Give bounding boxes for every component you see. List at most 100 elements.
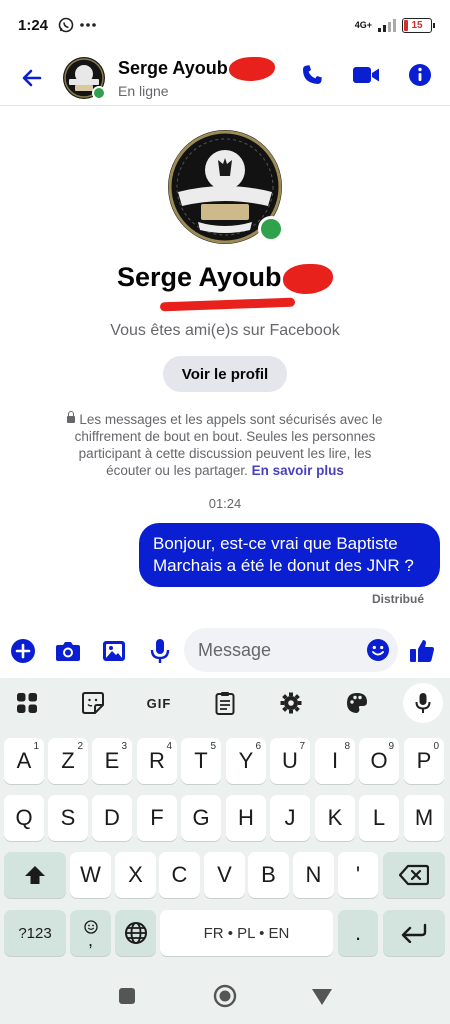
- key-u[interactable]: U7: [270, 738, 310, 784]
- redaction-line: [159, 297, 296, 312]
- recents-button[interactable]: [118, 987, 136, 1010]
- key-q[interactable]: Q: [4, 795, 44, 841]
- redaction-mark: [283, 263, 334, 294]
- symbols-key[interactable]: ?123: [4, 910, 66, 956]
- gallery-button[interactable]: [99, 636, 129, 666]
- palette-icon: [347, 693, 367, 713]
- voice-button[interactable]: [145, 636, 175, 666]
- period-key[interactable]: .: [338, 910, 378, 956]
- key-x[interactable]: X: [115, 852, 156, 898]
- video-call-button[interactable]: [352, 64, 380, 91]
- comma-label: ,: [87, 930, 93, 950]
- key-i[interactable]: I8: [315, 738, 355, 784]
- sticker-icon: [82, 692, 104, 714]
- status-bar: 1:24 4G+ 15: [0, 0, 450, 50]
- backspace-icon: [399, 864, 429, 886]
- globe-icon: [124, 922, 147, 944]
- more-notifications-icon: [80, 22, 96, 28]
- key-k[interactable]: K: [315, 795, 355, 841]
- system-nav-bar: [0, 968, 450, 1024]
- info-button[interactable]: [408, 63, 432, 92]
- profile-avatar[interactable]: [168, 130, 284, 244]
- shift-key[interactable]: [4, 852, 66, 898]
- back-button[interactable]: [15, 61, 49, 95]
- conversation-header: Serge Ayoub En ligne: [0, 50, 450, 106]
- contact-avatar[interactable]: [63, 56, 106, 100]
- key-z[interactable]: Z2: [48, 738, 88, 784]
- key-s[interactable]: S: [48, 795, 88, 841]
- friends-status: Vous êtes ami(e)s sur Facebook: [110, 322, 340, 339]
- thumbs-up-icon: [410, 640, 434, 662]
- key-n[interactable]: N: [293, 852, 334, 898]
- status-time: 1:24: [18, 16, 49, 34]
- smiley-icon: [367, 639, 389, 661]
- key-t[interactable]: T5: [181, 738, 221, 784]
- emoji-button[interactable]: [366, 638, 390, 667]
- key-f[interactable]: F: [137, 795, 177, 841]
- microphone-icon: [150, 639, 170, 663]
- contact-name[interactable]: Serge Ayoub: [118, 57, 228, 77]
- delivery-status: Distribué: [371, 592, 424, 606]
- image-icon: [103, 641, 125, 661]
- network-type: 4G+: [354, 19, 372, 30]
- square-icon: [119, 988, 135, 1004]
- key-h[interactable]: H: [226, 795, 266, 841]
- learn-more-link[interactable]: En savoir plus: [252, 463, 344, 478]
- battery-level: 15: [411, 19, 423, 31]
- triangle-back-icon: [312, 989, 332, 1005]
- backspace-key[interactable]: [383, 852, 445, 898]
- key-o[interactable]: O9: [359, 738, 399, 784]
- online-indicator: [258, 216, 284, 242]
- online-indicator: [92, 85, 106, 100]
- back-nav-button[interactable]: [311, 988, 333, 1011]
- key-p[interactable]: P0: [404, 738, 444, 784]
- key-c[interactable]: C: [159, 852, 200, 898]
- key-v[interactable]: V: [204, 852, 245, 898]
- home-button[interactable]: [213, 984, 237, 1013]
- enter-key[interactable]: [383, 910, 445, 956]
- language-key[interactable]: [115, 910, 156, 956]
- key-e[interactable]: E3: [92, 738, 132, 784]
- like-button[interactable]: [407, 636, 437, 666]
- back-arrow-icon: [22, 69, 42, 86]
- grid-icon: [17, 693, 37, 713]
- key-d[interactable]: D: [92, 795, 132, 841]
- battery-icon: 15: [402, 17, 435, 33]
- key-apostrophe[interactable]: ': [338, 852, 378, 898]
- keyboard: GIF A1 Z2 E3 R4 T5 Y6 U7 I8 O9 P0 Q S D …: [0, 678, 450, 968]
- keyboard-voice-button[interactable]: [403, 683, 443, 723]
- info-icon: [409, 64, 431, 86]
- gear-icon: [280, 692, 302, 714]
- keyboard-toolbar: GIF: [0, 678, 450, 728]
- key-w[interactable]: W: [70, 852, 111, 898]
- view-profile-button[interactable]: Voir le profil: [163, 356, 287, 392]
- key-g[interactable]: G: [181, 795, 221, 841]
- audio-call-button[interactable]: [300, 63, 324, 92]
- key-a[interactable]: A1: [4, 738, 44, 784]
- lock-icon: [67, 411, 76, 423]
- key-r[interactable]: R4: [137, 738, 177, 784]
- sticker-button[interactable]: [78, 688, 108, 718]
- settings-button[interactable]: [276, 688, 306, 718]
- gif-button[interactable]: GIF: [141, 688, 177, 718]
- key-m[interactable]: M: [404, 795, 444, 841]
- redaction-mark: [228, 56, 275, 81]
- signal-icon: [378, 18, 396, 32]
- clipboard-button[interactable]: [210, 688, 240, 718]
- plus-circle-icon: [11, 639, 35, 663]
- add-button[interactable]: [8, 636, 38, 666]
- theme-button[interactable]: [342, 688, 372, 718]
- sent-message-bubble[interactable]: Bonjour, est-ce vrai que Baptiste Marcha…: [139, 523, 440, 587]
- key-y[interactable]: Y6: [226, 738, 266, 784]
- emoji-comma-key[interactable]: ,: [70, 910, 111, 956]
- clipboard-icon: [215, 692, 235, 715]
- apps-grid-button[interactable]: [12, 688, 42, 718]
- camera-button[interactable]: [53, 636, 83, 666]
- key-l[interactable]: L: [359, 795, 399, 841]
- key-j[interactable]: J: [270, 795, 310, 841]
- home-circle-icon: [213, 984, 237, 1008]
- camera-icon: [56, 642, 80, 661]
- microphone-icon: [415, 693, 431, 713]
- key-b[interactable]: B: [248, 852, 289, 898]
- space-key[interactable]: FR • PL • EN: [160, 910, 333, 956]
